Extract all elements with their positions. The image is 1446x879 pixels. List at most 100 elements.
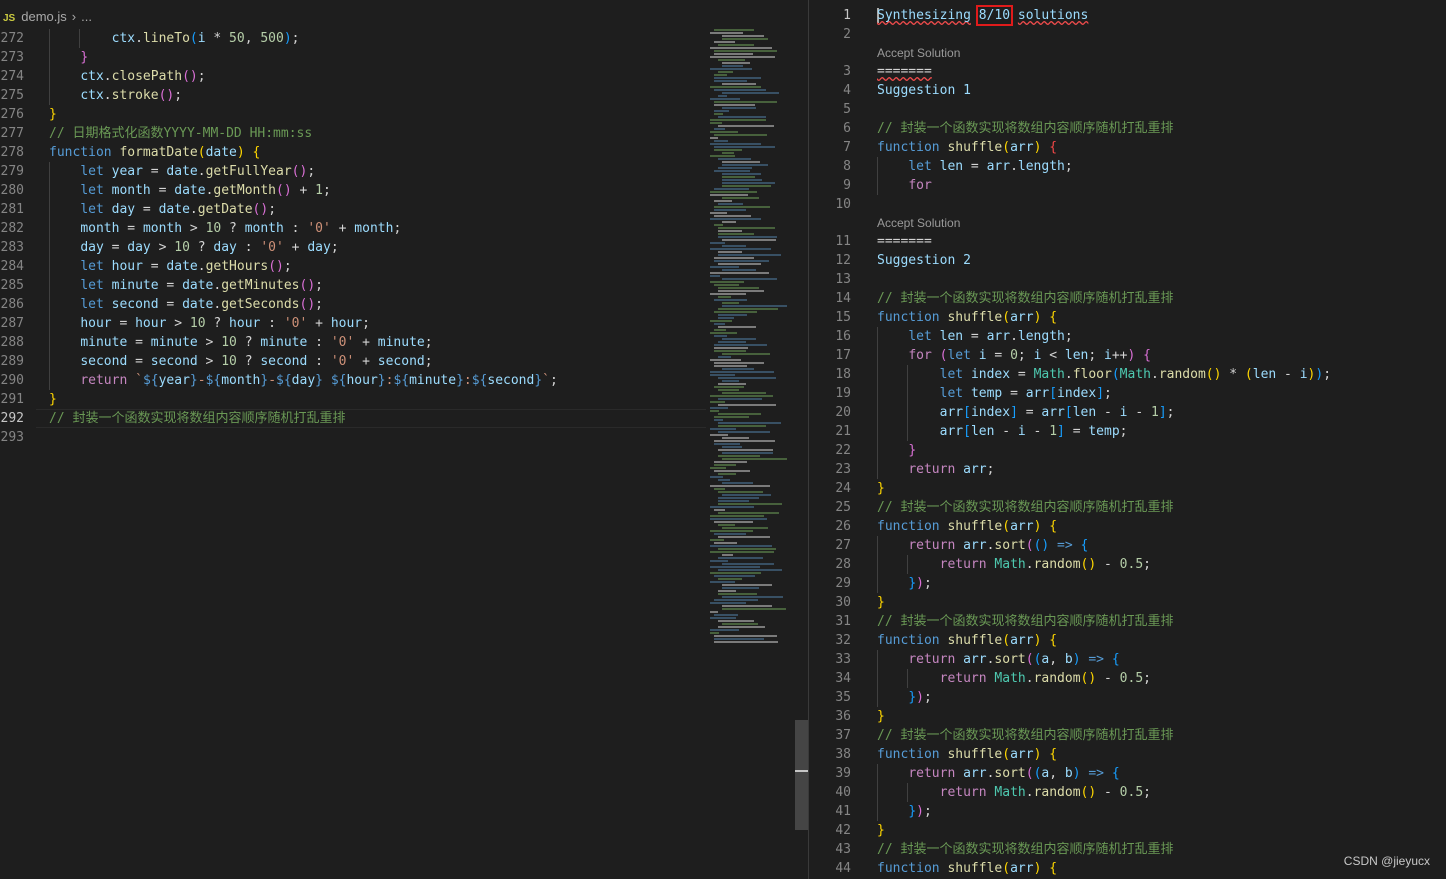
code-line: 5 [809,100,1446,119]
code-line: 279 let year = date.getFullYear(); [0,162,316,181]
code-line: 20 arr[index] = arr[len - i - 1]; [809,403,1446,422]
minimap-line [710,407,728,409]
minimap-line [722,458,787,460]
minimap-line [722,353,770,355]
solutions-count: 8/10 [975,5,1014,26]
minimap-line [714,329,726,331]
line-number: 289 [0,354,24,369]
code-line: 25// 封装一个函数实现将数组内容顺序随机打乱重排 [809,498,1446,517]
separator: ======= [877,64,932,79]
minimap-line [718,125,774,127]
minimap-line [714,77,761,79]
line-number: 16 [835,329,851,344]
vertical-scrollbar-thumb[interactable] [795,720,808,830]
code-line: 274 ctx.closePath(); [0,67,206,86]
line-number: 275 [0,88,24,103]
line-number: 288 [0,335,24,350]
line-number: 286 [0,297,24,312]
minimap-line [722,608,786,610]
minimap-line [710,143,761,145]
minimap-line [722,38,768,40]
breadcrumb: JS demo.js ›... [0,0,808,32]
minimap-line [722,179,762,181]
minimap-line [714,41,735,43]
minimap-line [714,365,747,367]
minimap-line [714,146,775,148]
line-number: 22 [835,443,851,458]
minimap-line [722,380,739,382]
code-line: 16 let len = arr.length; [809,327,1446,346]
code-line: 17 for (let i = 0; i < len; i++) { [809,346,1446,365]
line-number: 28 [835,557,851,572]
code-line: 278 function formatDate(date) { [0,145,261,160]
minimap-line [714,335,727,337]
minimap-line [718,431,770,433]
line-number: 291 [0,392,24,407]
line-number: 10 [835,197,851,212]
minimap-line [718,536,770,538]
line-number: 284 [0,259,24,274]
minimap-line [710,551,774,553]
minimap-line [710,545,772,547]
line-number: 24 [835,481,851,496]
minimap-line [710,515,764,517]
minimap-line [722,584,772,586]
minimap-line [710,395,773,397]
breadcrumb-more[interactable]: ... [81,9,92,24]
minimap-line [722,269,756,271]
code-line: 284 let hour = date.getHours(); [0,257,292,276]
line-number: 17 [835,348,851,363]
code-line: 41 }); [809,802,1446,821]
minimap-line [718,503,782,505]
line-number: 27 [835,538,851,553]
minimap-line [722,587,759,589]
line-number: 280 [0,183,24,198]
code-line: 288 minute = minute > 10 ? minute : '0' … [0,333,433,352]
code-line: 293 [0,428,706,447]
minimap[interactable] [706,29,796,649]
minimap-line [714,386,744,388]
minimap-line [714,134,767,136]
minimap-line [718,404,776,406]
line-number: 13 [835,272,851,287]
minimap-line [710,86,761,88]
solutions-label: solutions [1017,8,1089,23]
line-number: 276 [0,107,24,122]
minimap-line [714,149,742,151]
minimap-line [714,104,755,106]
code-line: 280 let month = date.getMonth() + 1; [0,181,331,200]
minimap-line [722,446,742,448]
line-number: 9 [843,178,851,193]
line-number: 37 [835,728,851,743]
code-editor-left[interactable]: 272 ctx.lineTo(i * 50, 500); 273 } 274 c… [0,29,706,879]
accept-solution-link[interactable]: Accept Solution [877,46,960,60]
minimap-line [710,218,761,220]
code-line: 39 return arr.sort((a, b) => { [809,764,1446,783]
minimap-line [714,257,754,259]
line-number: 18 [835,367,851,382]
line-number: 38 [835,747,851,762]
minimap-line [714,347,748,349]
minimap-line [722,368,754,370]
synthesizing-label: Synthesizing [877,8,971,23]
suggestion-title: Suggestion 1 [877,83,971,98]
line-number: 282 [0,221,24,236]
minimap-line [710,371,774,373]
minimap-line [722,554,733,556]
minimap-line [722,437,749,439]
minimap-line [718,158,751,160]
minimap-line [710,359,741,361]
minimap-line [722,83,756,85]
minimap-line [718,308,778,310]
breadcrumb-file[interactable]: demo.js [21,9,67,24]
code-line: 35 }); [809,688,1446,707]
code-line: 24} [809,479,1446,498]
code-line: 12 Suggestion 2 [809,251,1446,270]
line-number: 35 [835,690,851,705]
code-line: 289 second = second > 10 ? second : '0' … [0,352,433,371]
code-line: 30} [809,593,1446,612]
minimap-line [718,449,773,451]
code-line: 15 function shuffle(arr) { [809,308,1446,327]
accept-solution-link[interactable]: Accept Solution [877,216,960,230]
separator: ======= [877,234,932,249]
